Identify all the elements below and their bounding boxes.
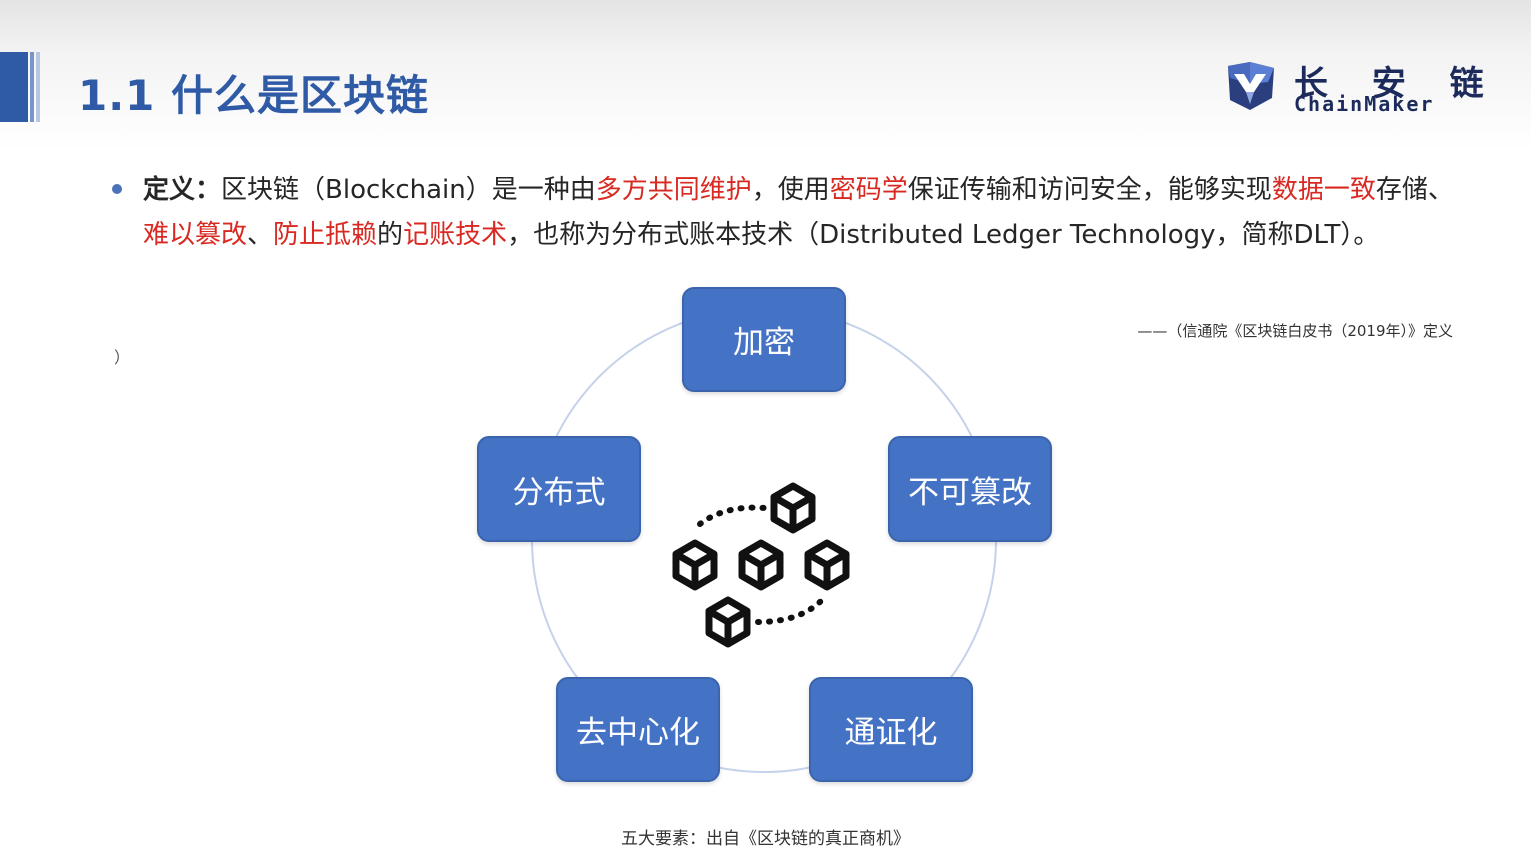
element-tamper-proof: 不可篡改 — [888, 436, 1052, 542]
diagram-caption: 五大要素：出自《区块链的真正商机》 — [621, 829, 910, 849]
element-tokenization: 通证化 — [809, 677, 973, 782]
five-elements-diagram — [531, 307, 997, 773]
element-distributed: 分布式 — [477, 436, 641, 542]
element-decentralization: 去中心化 — [556, 677, 720, 782]
element-encryption: 加密 — [682, 287, 846, 392]
blockchain-cubes-icon — [672, 482, 850, 648]
